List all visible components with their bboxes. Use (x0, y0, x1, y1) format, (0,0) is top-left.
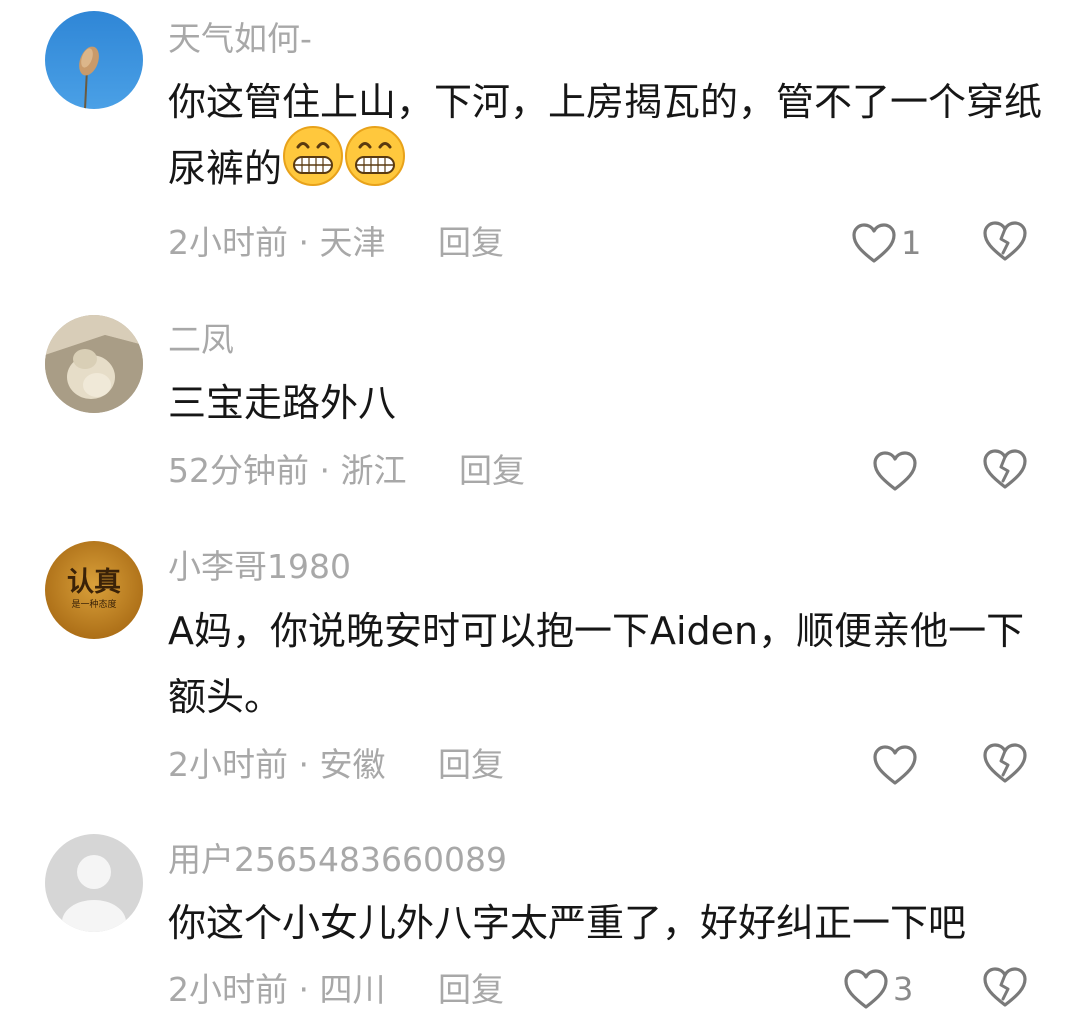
dislike-button[interactable] (982, 966, 1028, 1012)
avatar-subtext: 是一种态度 (71, 598, 116, 610)
comment-text-body: 你这个小女儿外八字太严重了，好好纠正一下吧 (168, 901, 967, 945)
comment-meta: 52分钟前 · 浙江 回复 (168, 454, 525, 487)
like-button[interactable] (872, 448, 922, 494)
username[interactable]: 用户2565483660089 (168, 843, 507, 876)
separator: · (298, 223, 310, 262)
broken-heart-icon (983, 449, 1027, 489)
avatar[interactable] (45, 11, 143, 109)
comment-meta: 2小时前 · 安徽 回复 (168, 748, 504, 781)
avatar-image (45, 11, 143, 109)
username[interactable]: 天气如何- (168, 22, 312, 55)
like-button[interactable]: 3 (843, 966, 913, 1012)
comment-text: A妈，你说晚安时可以抱一下Aiden，顺便亲他一下额头。 (168, 598, 1048, 730)
location: 浙江 (340, 451, 407, 490)
broken-heart-icon (983, 743, 1027, 783)
heart-icon (873, 745, 917, 785)
broken-heart-icon (983, 967, 1027, 1007)
location: 安徽 (319, 745, 386, 784)
comment-text: 你这个小女儿外八字太严重了，好好纠正一下吧 (168, 890, 1048, 956)
like-count: 3 (893, 970, 914, 1008)
avatar-image (45, 315, 143, 413)
reply-button[interactable]: 回复 (438, 970, 504, 1009)
heart-icon (873, 451, 917, 491)
dislike-button[interactable] (982, 448, 1028, 494)
comment-text-body: 三宝走路外八 (168, 381, 397, 425)
grin-emoji (282, 125, 344, 207)
comment-meta: 2小时前 · 四川 回复 (168, 973, 504, 1006)
timestamp: 2小时前 (168, 223, 288, 262)
comment-meta: 2小时前 · 天津 回复 (168, 226, 504, 259)
location: 四川 (319, 970, 386, 1009)
heart-icon (844, 969, 888, 1009)
comment-text-body: A妈，你说晚安时可以抱一下Aiden，顺便亲他一下额头。 (168, 609, 1025, 719)
reply-button[interactable]: 回复 (438, 223, 504, 262)
avatar[interactable] (45, 315, 143, 413)
timestamp: 2小时前 (168, 745, 288, 784)
separator: · (298, 745, 310, 784)
username[interactable]: 二凤 (168, 323, 234, 356)
avatar[interactable] (45, 834, 143, 932)
grin-emoji (344, 125, 406, 207)
separator: · (319, 451, 331, 490)
dislike-button[interactable] (982, 220, 1028, 266)
reply-button[interactable]: 回复 (438, 745, 504, 784)
separator: · (298, 970, 310, 1009)
like-button[interactable] (872, 742, 922, 788)
location: 天津 (319, 223, 386, 262)
like-button[interactable]: 1 (851, 220, 921, 266)
like-count: 1 (901, 224, 922, 262)
avatar-text: 认真 (67, 567, 121, 598)
avatar[interactable]: 认真 是一种态度 (45, 541, 143, 639)
broken-heart-icon (983, 221, 1027, 261)
comment-text: 你这管住上山，下河，上房揭瓦的，管不了一个穿纸尿裤的 (168, 69, 1048, 207)
timestamp: 52分钟前 (168, 451, 309, 490)
dislike-button[interactable] (982, 742, 1028, 788)
reply-button[interactable]: 回复 (459, 451, 525, 490)
comment-text: 三宝走路外八 (168, 370, 1048, 436)
timestamp: 2小时前 (168, 970, 288, 1009)
avatar-image: 认真 是一种态度 (45, 541, 143, 639)
default-user-icon (45, 834, 143, 932)
username[interactable]: 小李哥1980 (168, 550, 351, 583)
heart-icon (852, 223, 896, 263)
